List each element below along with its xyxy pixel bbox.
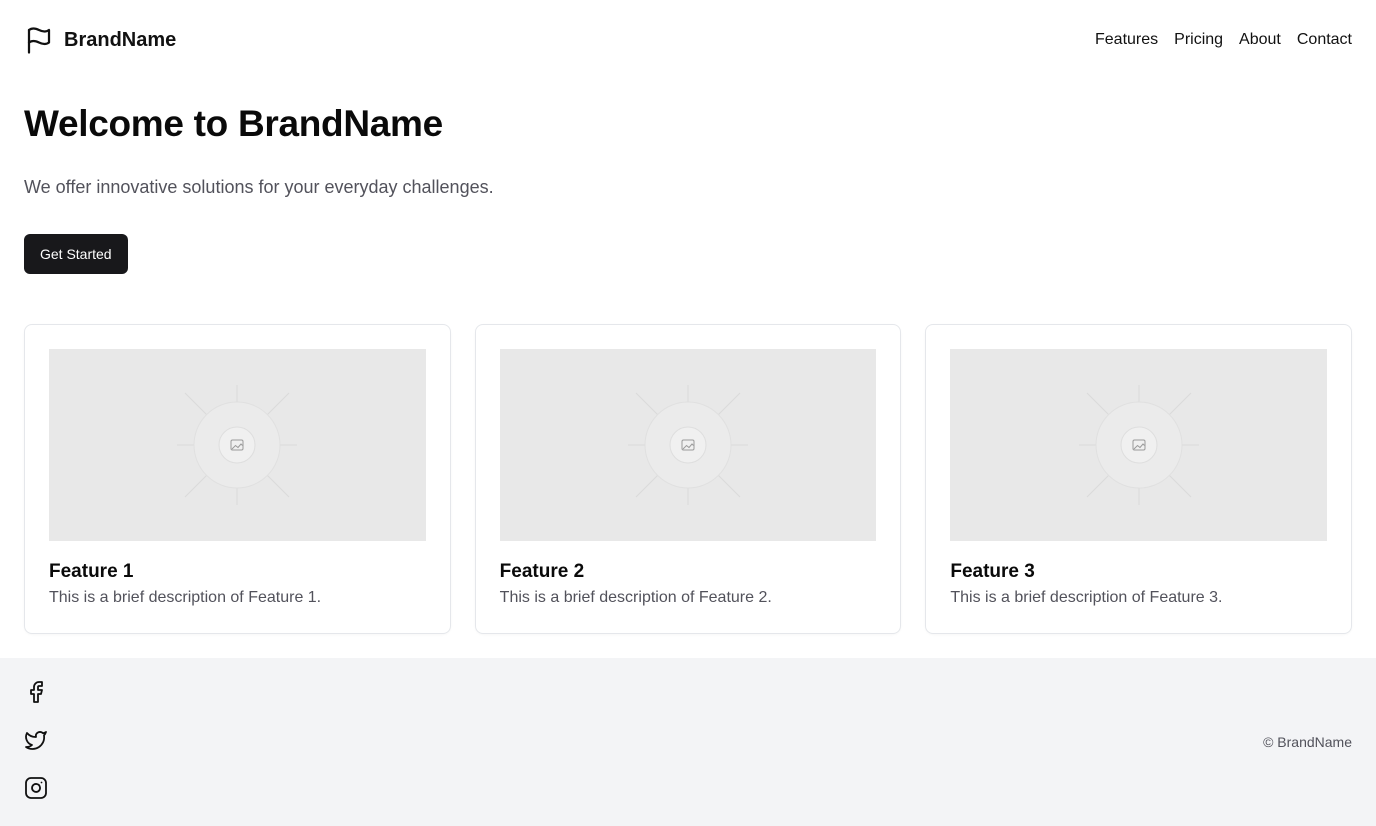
nav-link-features[interactable]: Features <box>1095 31 1158 49</box>
feature-title: Feature 2 <box>499 561 585 582</box>
features-grid: Feature 1 This is a brief description of… <box>24 324 1353 634</box>
instagram-icon[interactable] <box>24 776 48 800</box>
flag-icon <box>24 25 54 55</box>
main-nav: Features Pricing About Contact <box>1095 31 1352 49</box>
feature-image <box>49 349 426 541</box>
social-links <box>24 680 48 800</box>
image-placeholder-icon <box>1078 385 1199 505</box>
feature-description: This is a brief description of Feature 3… <box>950 589 1223 606</box>
get-started-button[interactable]: Get Started <box>24 234 128 274</box>
twitter-icon[interactable] <box>24 728 48 752</box>
hero-subtitle: We offer innovative solutions for your e… <box>24 177 494 197</box>
feature-image <box>499 349 877 541</box>
nav-link-pricing[interactable]: Pricing <box>1174 31 1223 49</box>
brand[interactable]: BrandName <box>24 25 176 55</box>
feature-title: Feature 1 <box>49 561 134 582</box>
feature-description: This is a brief description of Feature 1… <box>49 589 322 606</box>
image-placeholder-icon <box>628 385 748 505</box>
feature-card: Feature 2 This is a brief description of… <box>474 324 902 634</box>
feature-image <box>950 349 1328 541</box>
brand-name: BrandName <box>64 28 177 51</box>
feature-title: Feature 3 <box>950 561 1035 582</box>
facebook-icon[interactable] <box>24 680 48 704</box>
nav-link-about[interactable]: About <box>1239 31 1281 49</box>
hero-title: Welcome to BrandName <box>24 103 443 144</box>
feature-description: This is a brief description of Feature 2… <box>499 589 772 606</box>
hero-section: Welcome to BrandName We offer innovative… <box>24 100 494 274</box>
site-header: BrandName Features Pricing About Contact <box>24 0 1352 80</box>
copyright-text: © BrandName <box>1263 734 1352 750</box>
feature-card: Feature 3 This is a brief description of… <box>925 324 1353 634</box>
feature-card: Feature 1 This is a brief description of… <box>24 324 451 634</box>
site-footer: © BrandName <box>0 658 1376 826</box>
nav-link-contact[interactable]: Contact <box>1297 31 1352 49</box>
image-placeholder-icon <box>177 385 298 505</box>
